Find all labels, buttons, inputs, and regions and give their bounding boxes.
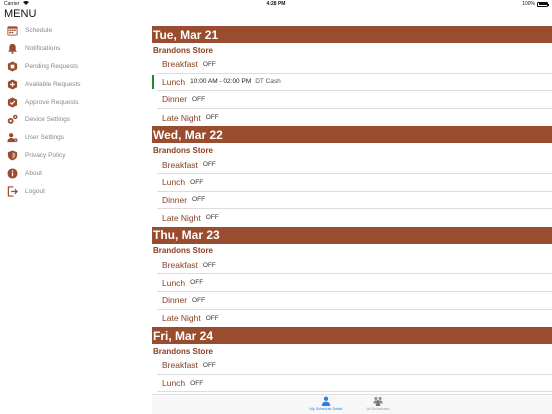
shift-row[interactable]: Breakfast OFF: [157, 357, 552, 375]
group-icon: [373, 397, 383, 406]
shift-name: Dinner: [162, 94, 188, 105]
shift-row[interactable]: Dinner OFF: [157, 292, 552, 310]
shift-row[interactable]: Breakfast OFF: [157, 257, 552, 275]
tab-bar: My Schedule Detail All Schedules: [152, 394, 552, 414]
sidebar-item-label: Pending Requests: [25, 62, 79, 70]
shift-value: OFF: [205, 314, 219, 322]
sidebar-item-label: Notifications: [25, 45, 61, 53]
tab-label: All Schedules: [366, 407, 390, 411]
day-header: Tue, Mar 21: [152, 26, 552, 43]
sidebar-item-label: User Settings: [25, 134, 65, 142]
sidebar-item-schedule[interactable]: Schedule: [0, 22, 150, 40]
sidebar-menu: Schedule Notifications Pending Requests …: [0, 22, 150, 200]
tab-label: My Schedule Detail: [309, 407, 343, 411]
shift-row[interactable]: Lunch OFF: [157, 174, 552, 192]
pending-tag-icon: [6, 60, 18, 72]
shift-value: OFF: [192, 95, 206, 103]
info-icon: [6, 167, 18, 179]
shift-row[interactable]: Late Night OFF: [157, 310, 552, 328]
shift-position: DT Cash: [255, 78, 281, 86]
shift-name: Lunch: [162, 76, 186, 87]
shift-row-active[interactable]: Lunch 10:00 AM - 02:00 PM DT Cash: [152, 74, 552, 92]
shift-row[interactable]: Dinner OFF: [157, 192, 552, 210]
tab-my-schedule-detail[interactable]: My Schedule Detail: [303, 395, 349, 414]
status-bar: Carrier 4:28 PM 100%: [0, 0, 552, 8]
store-name: Brandons Store: [153, 45, 214, 55]
sidebar-item-label: Device Settings: [25, 116, 71, 124]
sidebar-item-device-settings[interactable]: Device Settings: [0, 111, 150, 129]
shift-name: Late Night: [162, 212, 201, 223]
logout-icon: [6, 185, 18, 197]
shift-row[interactable]: Late Night OFF: [157, 109, 552, 127]
shift-value: OFF: [205, 114, 219, 122]
sidebar-item-about[interactable]: About: [0, 164, 150, 182]
schedule-list[interactable]: Tue, Mar 21 Brandons Store Breakfast OFF…: [152, 26, 552, 394]
day-header: Wed, Mar 22: [152, 126, 552, 144]
calendar-icon: [6, 25, 18, 37]
store-name: Brandons Store: [153, 246, 214, 256]
tab-all-schedules[interactable]: All Schedules: [355, 395, 401, 414]
shift-name: Breakfast: [162, 59, 198, 70]
shift-name: Lunch: [162, 378, 186, 389]
shift-row[interactable]: Lunch OFF: [157, 375, 552, 393]
shift-name: Dinner: [162, 295, 188, 306]
shift-row[interactable]: Late Night OFF: [157, 209, 552, 227]
sidebar-item-logout[interactable]: Logout: [0, 182, 150, 200]
shift-name: Breakfast: [162, 159, 198, 170]
shift-value: OFF: [202, 261, 216, 269]
shift-name: Lunch: [162, 177, 186, 188]
shift-name: Breakfast: [162, 360, 198, 371]
store-name: Brandons Store: [153, 346, 214, 356]
sidebar-item-available-requests[interactable]: Available Requests: [0, 75, 150, 93]
shift-value: OFF: [190, 379, 204, 387]
approve-check-icon: [6, 96, 18, 108]
shift-value: OFF: [190, 178, 204, 186]
shift-name: Lunch: [162, 277, 186, 288]
sidebar-item-label: Approve Requests: [25, 98, 79, 106]
sidebar-item-pending-requests[interactable]: Pending Requests: [0, 58, 150, 76]
day-header: Thu, Mar 23: [152, 226, 552, 244]
sidebar-item-privacy-policy[interactable]: Privacy Policy: [0, 147, 150, 165]
person-icon: [321, 396, 331, 406]
available-tag-icon: [6, 78, 18, 90]
status-time: 4:28 PM: [266, 1, 286, 7]
shift-row[interactable]: Lunch OFF: [157, 274, 552, 292]
sidebar-item-approve-requests[interactable]: Approve Requests: [0, 93, 150, 111]
shift-row[interactable]: Breakfast OFF: [157, 56, 552, 74]
sidebar-item-label: About: [25, 169, 42, 177]
day-header: Fri, Mar 24: [152, 327, 552, 345]
shield-icon: [6, 149, 18, 161]
shift-name: Dinner: [162, 194, 188, 205]
sidebar-item-label: Privacy Policy: [25, 151, 66, 159]
shift-name: Late Night: [162, 313, 201, 324]
shift-time: 10:00 AM - 02:00 PM: [190, 78, 252, 86]
bell-icon: [6, 43, 18, 55]
battery-percent: 100%: [522, 1, 535, 7]
shift-value: OFF: [205, 214, 219, 222]
gears-icon: [6, 114, 18, 126]
shift-value: OFF: [192, 196, 206, 204]
menu-title: MENU: [4, 8, 37, 20]
shift-value: OFF: [202, 60, 216, 68]
store-name: Brandons Store: [153, 145, 214, 155]
shift-value: OFF: [192, 296, 206, 304]
shift-row[interactable]: Dinner OFF: [157, 91, 552, 109]
sidebar-item-label: Schedule: [25, 27, 53, 35]
battery-icon: [537, 1, 549, 7]
user-gear-icon: [6, 132, 18, 144]
shift-value: OFF: [202, 161, 216, 169]
shift-row[interactable]: Breakfast OFF: [157, 156, 552, 174]
sidebar-item-label: Logout: [25, 187, 45, 195]
shift-name: Late Night: [162, 112, 201, 123]
shift-name: Breakfast: [162, 260, 198, 271]
sidebar-item-label: Available Requests: [25, 80, 81, 88]
shift-value: OFF: [190, 279, 204, 287]
shift-value: OFF: [202, 361, 216, 369]
sidebar-item-notifications[interactable]: Notifications: [0, 40, 150, 58]
sidebar-item-user-settings[interactable]: User Settings: [0, 129, 150, 147]
battery-status: 100%: [522, 1, 549, 7]
